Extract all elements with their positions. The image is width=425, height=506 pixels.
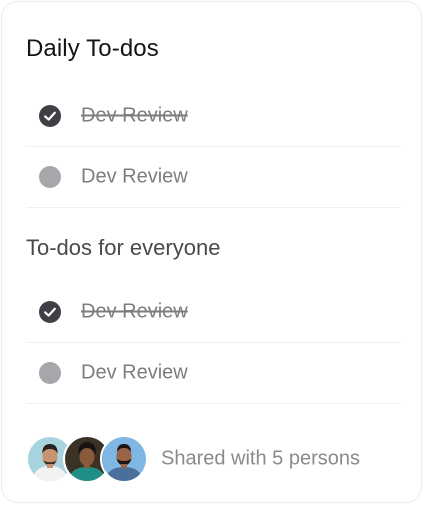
todo-label: Dev Review [81, 300, 188, 323]
daily-todo-list: Dev Review Dev Review [26, 86, 401, 208]
shared-with-label: Shared with 5 persons [161, 447, 361, 470]
todo-label: Dev Review [81, 165, 188, 188]
todo-item[interactable]: Dev Review [26, 343, 401, 404]
todo-label: Dev Review [81, 361, 188, 384]
todo-card: Daily To-dos Dev Review Dev Review To-do… [1, 1, 422, 503]
check-circle-icon[interactable] [39, 105, 61, 127]
todo-item[interactable]: Dev Review [26, 282, 401, 343]
daily-todos-title: Daily To-dos [26, 35, 159, 62]
everyone-todos-title: To-dos for everyone [26, 235, 221, 260]
everyone-todo-list: Dev Review Dev Review [26, 282, 401, 404]
empty-circle-icon[interactable] [39, 362, 61, 384]
person-avatar-3[interactable] [100, 435, 148, 483]
todo-item[interactable]: Dev Review [26, 86, 401, 147]
avatar-group[interactable] [26, 435, 151, 483]
shared-footer: Shared with 5 persons [26, 435, 401, 483]
check-circle-icon[interactable] [39, 301, 61, 323]
empty-circle-icon[interactable] [39, 166, 61, 188]
todo-label: Dev Review [81, 104, 188, 127]
todo-item[interactable]: Dev Review [26, 147, 401, 208]
